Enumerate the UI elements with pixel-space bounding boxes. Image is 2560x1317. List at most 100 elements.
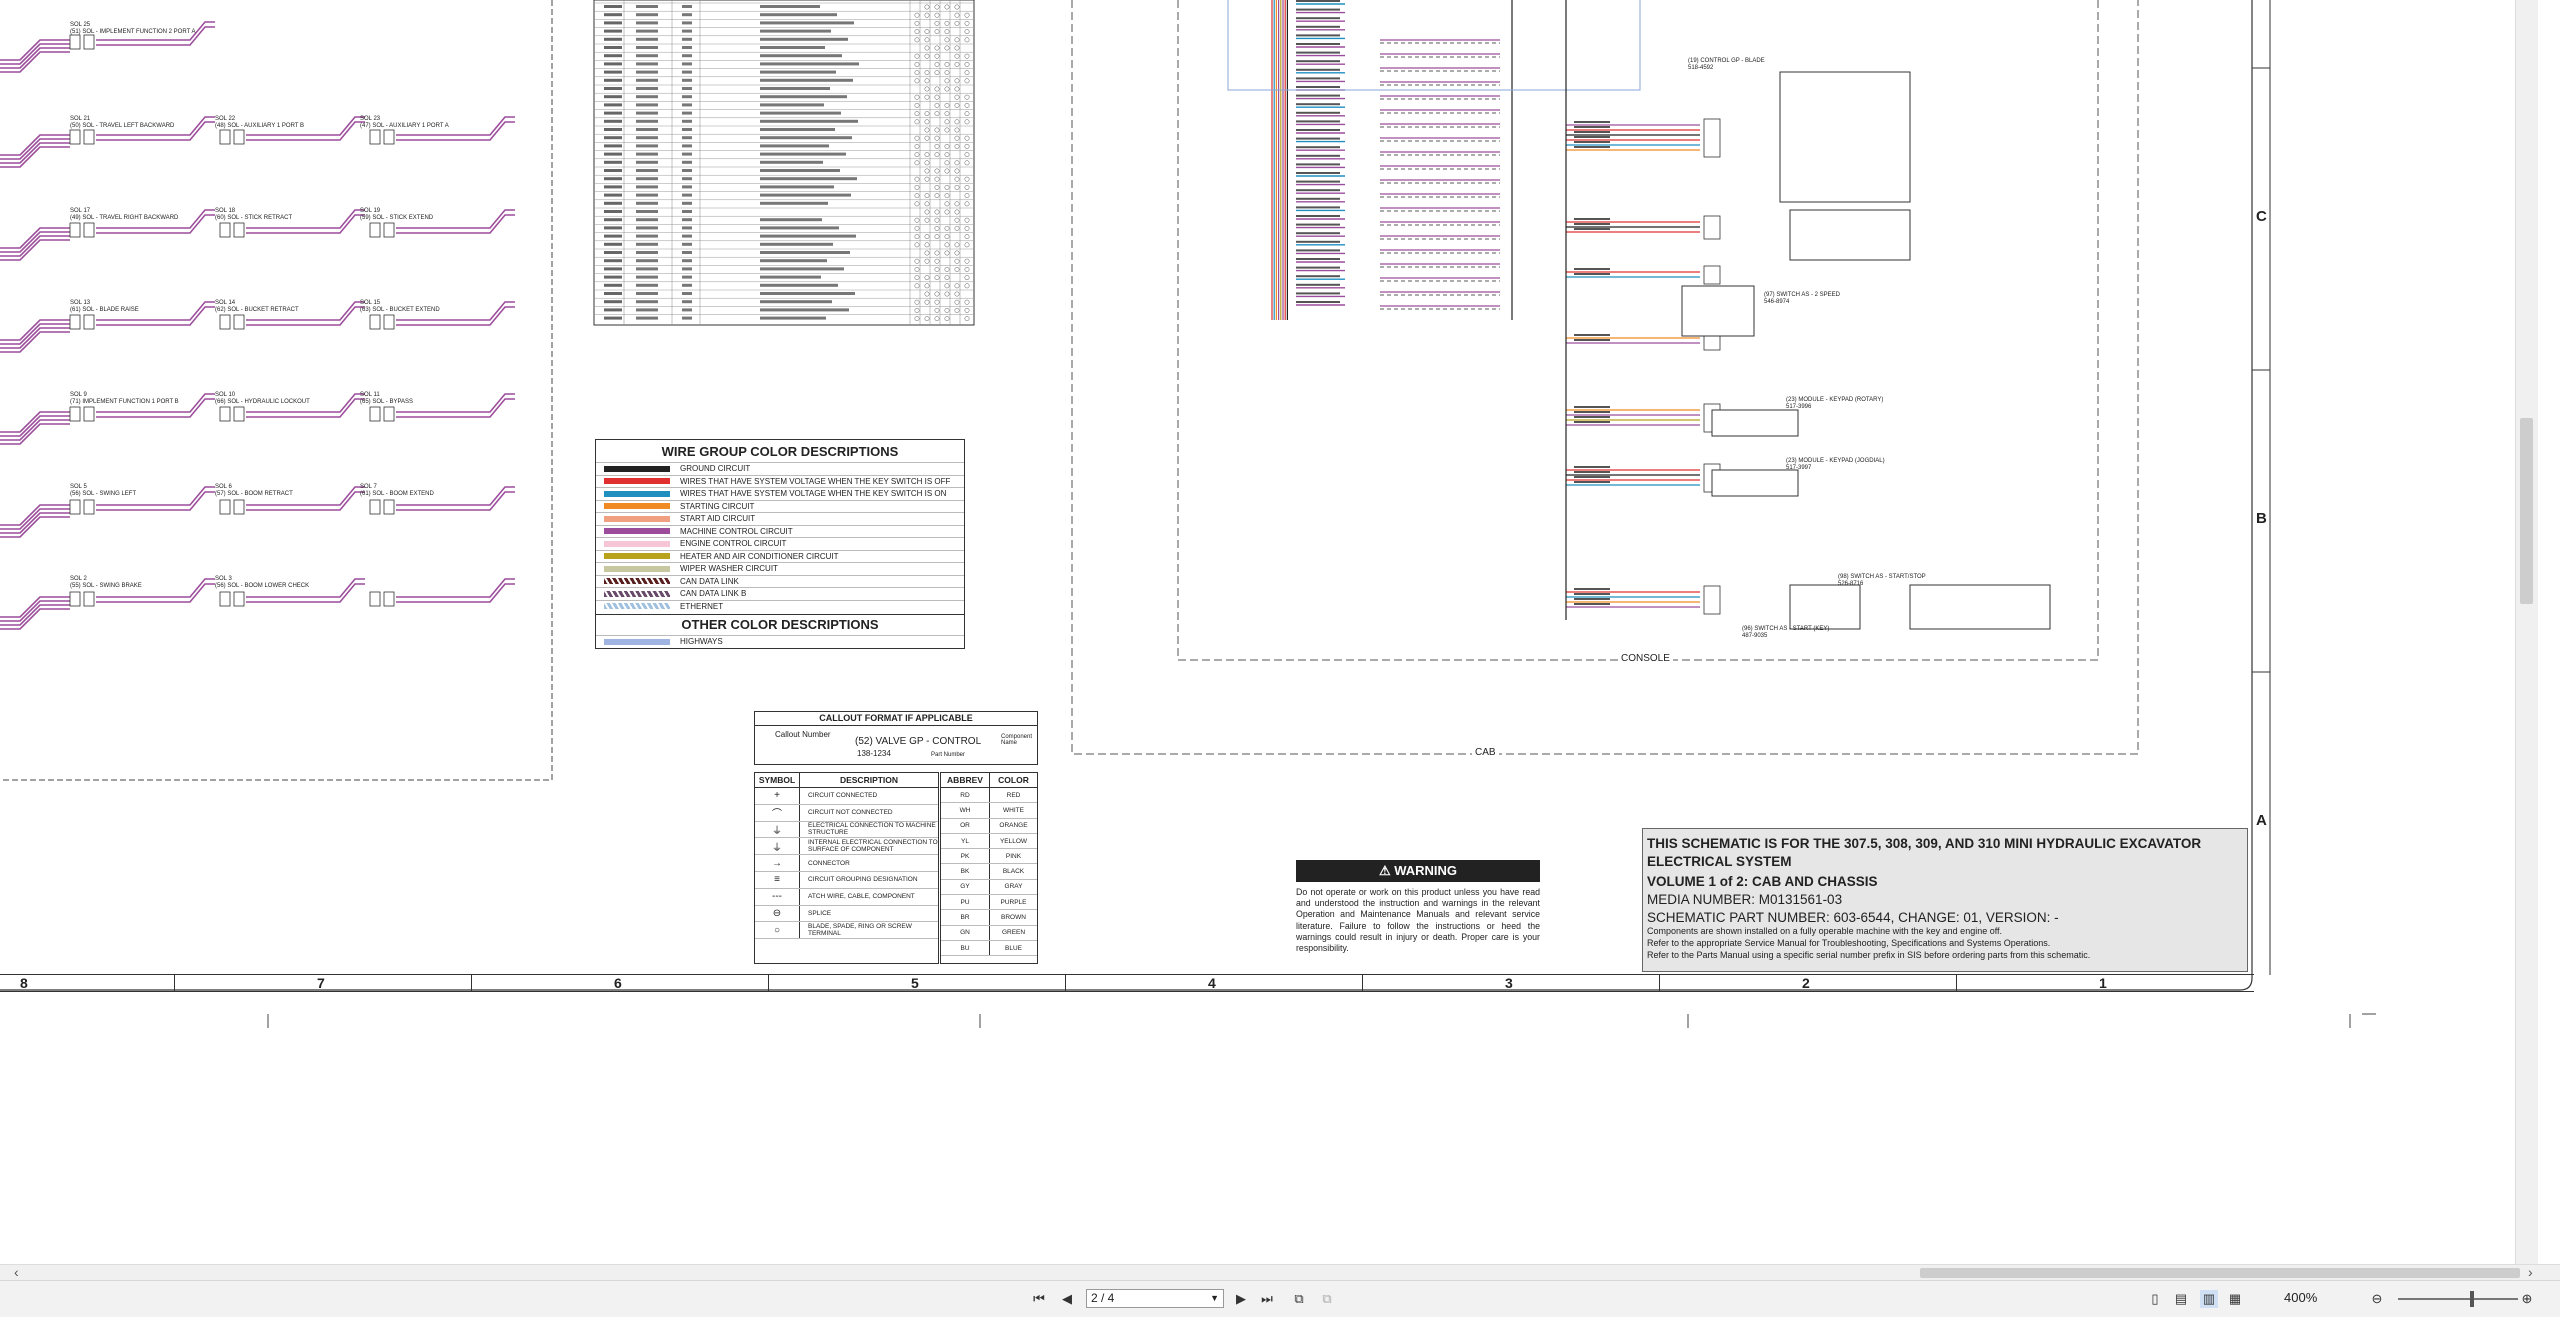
wire-label [1296, 68, 1340, 71]
table-cell-text [682, 242, 692, 246]
table-cell-text [682, 136, 692, 140]
wire-label [1296, 94, 1340, 97]
abbrev-color: YELLOW [999, 837, 1028, 845]
wire-label [1574, 406, 1610, 408]
zone-divider [471, 975, 472, 991]
legend-swatch [604, 540, 670, 547]
solenoid-label: SOL 15 (63) SOL - BUCKET EXTEND [360, 300, 440, 314]
vertical-scroll-thumb[interactable] [2520, 418, 2533, 604]
table-cell-text [682, 29, 692, 33]
vertical-scrollbar[interactable] [2515, 0, 2538, 1264]
two-page-continuous-icon[interactable]: ▦ [2226, 1290, 2244, 1308]
connector [69, 314, 81, 330]
connector [233, 314, 245, 330]
table-cell-text [682, 275, 692, 279]
viewer-toolbar: ⏮ ◀ 2 / 4 ▼ ▶ ⏭ ⧉ ⧉ ▯ ▤ ▥ ▦ 400% ⊖ ⊕ [0, 1280, 2560, 1317]
connector [233, 591, 245, 607]
scroll-right-icon[interactable]: › [2528, 1264, 2533, 1280]
zoom-slider-knob[interactable] [2470, 1291, 2474, 1307]
warning-icon: ⚠ [1378, 863, 1395, 878]
table-cell-text [682, 292, 692, 295]
solenoid-id: SOL 6 [215, 484, 232, 490]
wire-label [1574, 334, 1610, 336]
fit-page-icon[interactable]: ⧉ [1318, 1290, 1336, 1308]
table-cell-text [636, 87, 658, 90]
table-cell-text [682, 87, 692, 90]
connector [1703, 585, 1721, 615]
table-cell-text [760, 177, 857, 181]
chevron-down-icon: ▼ [1210, 1293, 1219, 1303]
rotate-view-icon[interactable]: ⧉ [1290, 1290, 1308, 1308]
wire-label [1574, 593, 1610, 595]
solenoid-id: SOL 13 [70, 300, 91, 306]
legend-row: STARTING CIRCUIT [596, 499, 964, 513]
wire-label [1296, 189, 1340, 192]
wire-label [1574, 146, 1610, 148]
legend-swatch [604, 603, 670, 610]
last-page-icon[interactable]: ⏭ [1258, 1290, 1276, 1308]
symbol-row: + CIRCUIT CONNECTED [755, 788, 938, 805]
abbrev-color: RED [1006, 791, 1021, 799]
table-cell-text [636, 46, 658, 49]
table-cell-text [682, 218, 692, 222]
legend-swatch [604, 590, 670, 597]
solenoid-id: SOL 15 [360, 300, 381, 306]
abbrev-code: PU [941, 895, 990, 910]
solenoid-label: SOL 2 (55) SOL - SWING BRAKE [70, 576, 142, 590]
table-cell-text [636, 169, 658, 172]
wire-label [1296, 154, 1340, 157]
continuous-view-icon[interactable]: ▤ [2172, 1290, 2190, 1308]
solenoid-label: SOL 14 (62) SOL - BUCKET RETRACT [215, 300, 299, 314]
wire-label [1296, 275, 1340, 278]
wire-label [1296, 129, 1340, 131]
two-page-view-icon[interactable]: ▥ [2200, 1290, 2218, 1308]
single-page-view-icon[interactable]: ▯ [2146, 1290, 2164, 1308]
solenoid-label: SOL 19 (59) SOL - STICK EXTEND [360, 208, 433, 222]
scroll-left-icon[interactable]: ‹ [14, 1264, 19, 1280]
wire-label [1296, 17, 1340, 20]
zone-number: 5 [911, 975, 919, 991]
callout-title: CALLOUT FORMAT IF APPLICABLE [755, 712, 1037, 726]
wire-label [1296, 283, 1340, 286]
abbrev-color: ORANGE [999, 822, 1028, 830]
table-cell-text [604, 87, 622, 90]
solenoid-id: SOL 14 [215, 300, 236, 306]
connector [69, 406, 81, 422]
zoom-out-icon[interactable]: ⊖ [2368, 1290, 2386, 1308]
component-label: (98) SWITCH AS - START/STOP 526-8716 [1838, 574, 1926, 588]
solenoid-label: SOL 11 (65) SOL - BYPASS [360, 392, 413, 406]
table-cell-text [760, 193, 851, 197]
table-cell-text [682, 95, 692, 99]
table-cell-text [636, 78, 658, 82]
zone-number: 8 [20, 975, 28, 991]
table-cell-text [604, 13, 622, 17]
legend-row: CAN DATA LINK B [596, 587, 964, 600]
table-cell-text [760, 128, 835, 131]
table-cell-text [604, 119, 622, 123]
zoom-slider[interactable] [2398, 1298, 2518, 1300]
solenoid-name: (49) SOL - TRAVEL RIGHT BACKWARD [70, 215, 179, 221]
first-page-icon[interactable]: ⏮ [1030, 1290, 1048, 1308]
table-cell-text [682, 201, 692, 205]
solenoid-name: (59) SOL - STICK EXTEND [360, 215, 434, 221]
connector [1703, 118, 1721, 158]
zone-number: 2 [1802, 975, 1810, 991]
table-cell-text [604, 46, 622, 49]
next-page-icon[interactable]: ▶ [1232, 1290, 1250, 1308]
connector [69, 34, 81, 50]
zoom-in-icon[interactable]: ⊕ [2518, 1290, 2536, 1308]
legend-label: STARTING CIRCUIT [680, 501, 755, 511]
table-cell-text [604, 259, 622, 263]
component-part: 517-3996 [1786, 404, 1812, 410]
table-cell-text [604, 70, 622, 74]
table-cell-text [682, 37, 692, 41]
solenoid-name: (51) SOL - IMPLEMENT FUNCTION 2 PORT A [70, 29, 196, 35]
horizontal-scrollbar[interactable]: ‹ › [0, 1264, 2560, 1281]
horizontal-scroll-thumb[interactable] [1920, 1268, 2520, 1278]
table-cell-text [636, 308, 658, 312]
table-cell-text [604, 201, 622, 205]
previous-page-icon[interactable]: ◀ [1058, 1290, 1076, 1308]
table-cell-text [636, 119, 658, 123]
page-selector[interactable]: 2 / 4 ▼ [1086, 1289, 1224, 1308]
abbrev-code: BK [941, 864, 990, 879]
